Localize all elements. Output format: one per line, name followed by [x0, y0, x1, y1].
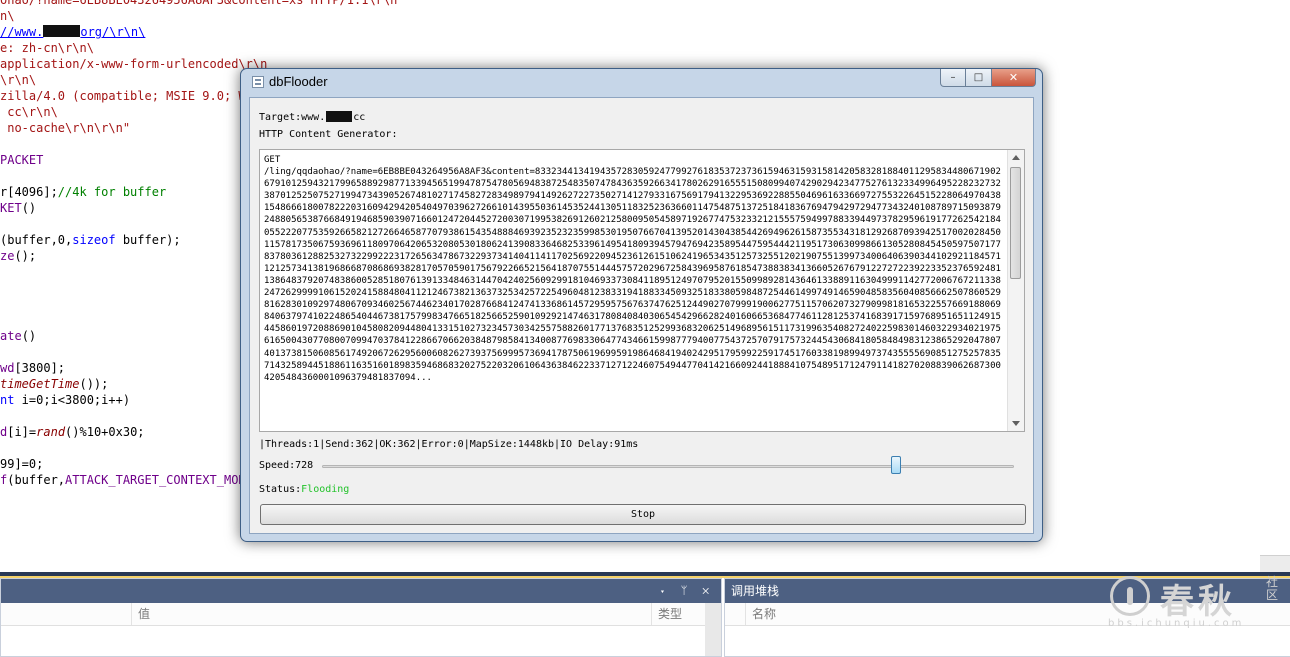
- code-line: cc\r\n\: [0, 104, 58, 120]
- call-stack-pane: 调用堆栈 名称: [724, 578, 1290, 657]
- http-content-textbox[interactable]: GET /ling/qqdaohao/?name=6EB8BE043264956…: [259, 149, 1025, 432]
- scroll-thumb[interactable]: [1010, 167, 1021, 279]
- code-token: [3800];: [14, 361, 66, 375]
- speed-slider-track[interactable]: [322, 465, 1014, 468]
- code-line: ate(): [0, 328, 36, 344]
- locals-pane: ▾ ᛘ ✕ 值 类型: [0, 578, 722, 657]
- code-token: onao/?name=6EB8BE043264956A8AF3&content=…: [0, 0, 405, 7]
- http-content-text[interactable]: GET /ling/qqdaohao/?name=6EB8BE043264956…: [264, 154, 1004, 384]
- pane-controls[interactable]: ▾ ᛘ ✕: [659, 579, 715, 603]
- speed-label-text: Speed:: [259, 460, 296, 471]
- code-line: f(buffer,ATTACK_TARGET_CONTEXT_MODU: [0, 472, 253, 488]
- code-token: PACKET: [0, 153, 44, 167]
- content-vertical-scrollbar[interactable]: [1007, 150, 1024, 431]
- call-stack-title: 调用堆栈: [731, 584, 780, 598]
- status-label: Status:Flooding: [259, 484, 349, 495]
- code-line: \r\n\: [0, 72, 36, 88]
- column-header-value[interactable]: 值: [131, 603, 150, 625]
- maximize-button[interactable]: □: [966, 69, 992, 87]
- status-value: Flooding: [301, 484, 350, 495]
- generator-label: HTTP Content Generator:: [259, 129, 398, 140]
- code-line: zilla/4.0 (compatible; MSIE 9.0; Wi: [0, 88, 253, 104]
- code-line: e: zh-cn\r\n\: [0, 40, 94, 56]
- stats-status-bar: |Threads:1|Send:362|OK:362|Error:0|MapSi…: [259, 439, 639, 450]
- code-token: (): [21, 329, 37, 343]
- call-stack-column-headers: 名称: [725, 603, 1290, 626]
- locals-pane-titlebar: ▾ ᛘ ✕: [1, 579, 721, 603]
- code-line: 99]=0;: [0, 456, 43, 472]
- code-line: //www. org/\r\n\: [0, 24, 145, 40]
- code-token: application/x-www-form-urlencoded\r\n: [0, 57, 268, 71]
- code-token: zilla/4.0 (compatible; MSIE 9.0; Wi: [0, 89, 253, 103]
- code-token: //www.: [0, 25, 44, 39]
- code-token: (buffer,0,: [0, 233, 73, 247]
- code-token: ze: [0, 249, 15, 263]
- minimize-button[interactable]: –: [940, 69, 966, 87]
- code-token: org/\r\n\: [80, 25, 146, 39]
- column-header-type[interactable]: 类型: [651, 603, 682, 625]
- code-token: //4k for buffer: [57, 185, 167, 199]
- code-line: r[4096];//4k for buffer: [0, 184, 166, 200]
- speed-label: Speed:728: [259, 460, 313, 471]
- status-label-text: Status:: [259, 484, 302, 495]
- target-prefix: Target:www.: [259, 112, 326, 123]
- code-line: ze();: [0, 248, 36, 264]
- app-icon[interactable]: [252, 76, 264, 88]
- code-token: cc\r\n\: [0, 105, 58, 119]
- code-token: (buffer,: [7, 473, 66, 487]
- code-line: no-cache\r\n\r\n": [0, 120, 130, 136]
- scroll-up-arrow-icon[interactable]: [1012, 155, 1020, 160]
- dialog-client-area: Target:www. cc HTTP Content Generator: GE…: [249, 97, 1034, 534]
- target-label: Target:www. cc: [259, 111, 365, 123]
- code-line: timeGetTime());: [0, 376, 108, 392]
- code-token: ate: [0, 329, 22, 343]
- code-token: no-cache\r\n\r\n": [0, 121, 131, 135]
- code-token: sizeof: [72, 233, 116, 247]
- call-stack-titlebar: 调用堆栈: [725, 579, 1290, 603]
- code-line: application/x-www-form-urlencoded\r\n: [0, 56, 267, 72]
- code-token: ATTACK_TARGET_CONTEXT_MODU: [65, 473, 253, 487]
- code-line: n\: [0, 8, 14, 24]
- speed-value: 728: [295, 460, 314, 471]
- window-title: dbFlooder: [269, 74, 328, 89]
- code-token: ());: [79, 377, 109, 391]
- window-buttons: – □ ✕: [940, 69, 1036, 88]
- code-token: e: zh-cn\r\n\: [0, 41, 94, 55]
- code-line: wd[3800];: [0, 360, 65, 376]
- code-token: i=0;i<3800;i++): [14, 393, 131, 407]
- redacted-text: [43, 25, 81, 37]
- code-token: 99]=0;: [0, 457, 44, 471]
- scroll-down-arrow-icon[interactable]: [1012, 421, 1020, 426]
- code-token: nt: [0, 393, 15, 407]
- code-token: rand: [36, 425, 66, 439]
- code-token: r[4096];: [0, 185, 58, 199]
- redacted-domain: [326, 111, 353, 122]
- editor-horizontal-scrollbar[interactable]: [1260, 555, 1290, 573]
- code-token: wd: [0, 361, 15, 375]
- target-suffix: cc: [353, 112, 366, 123]
- window-titlebar[interactable]: dbFlooder – □ ✕: [241, 69, 1042, 97]
- code-line: onao/?name=6EB8BE043264956A8AF3&content=…: [0, 0, 405, 8]
- speed-slider-thumb[interactable]: [891, 456, 902, 474]
- code-line: (buffer,0,sizeof buffer);: [0, 232, 181, 248]
- code-token: [i]=: [7, 425, 37, 439]
- locals-scrollbar[interactable]: [705, 603, 721, 656]
- code-token: n\: [0, 9, 15, 23]
- code-line: KET(): [0, 200, 36, 216]
- column-header-name[interactable]: 名称: [745, 603, 776, 625]
- close-button[interactable]: ✕: [992, 69, 1036, 87]
- code-line: PACKET: [0, 152, 43, 168]
- code-token: (): [21, 201, 37, 215]
- code-token: buffer);: [115, 233, 181, 247]
- code-line: d[i]=rand()%10+0x30;: [0, 424, 145, 440]
- dbflooder-window: dbFlooder – □ ✕ Target:www. cc HTTP Conte…: [240, 68, 1043, 542]
- stop-button[interactable]: Stop: [260, 504, 1026, 525]
- code-token: timeGetTime: [0, 377, 80, 391]
- code-line: nt i=0;i<3800;i++): [0, 392, 130, 408]
- locals-column-headers: 值 类型: [1, 603, 721, 626]
- code-token: \r\n\: [0, 73, 37, 87]
- code-token: KET: [0, 201, 22, 215]
- code-token: ()%10+0x30;: [65, 425, 145, 439]
- code-token: ();: [14, 249, 37, 263]
